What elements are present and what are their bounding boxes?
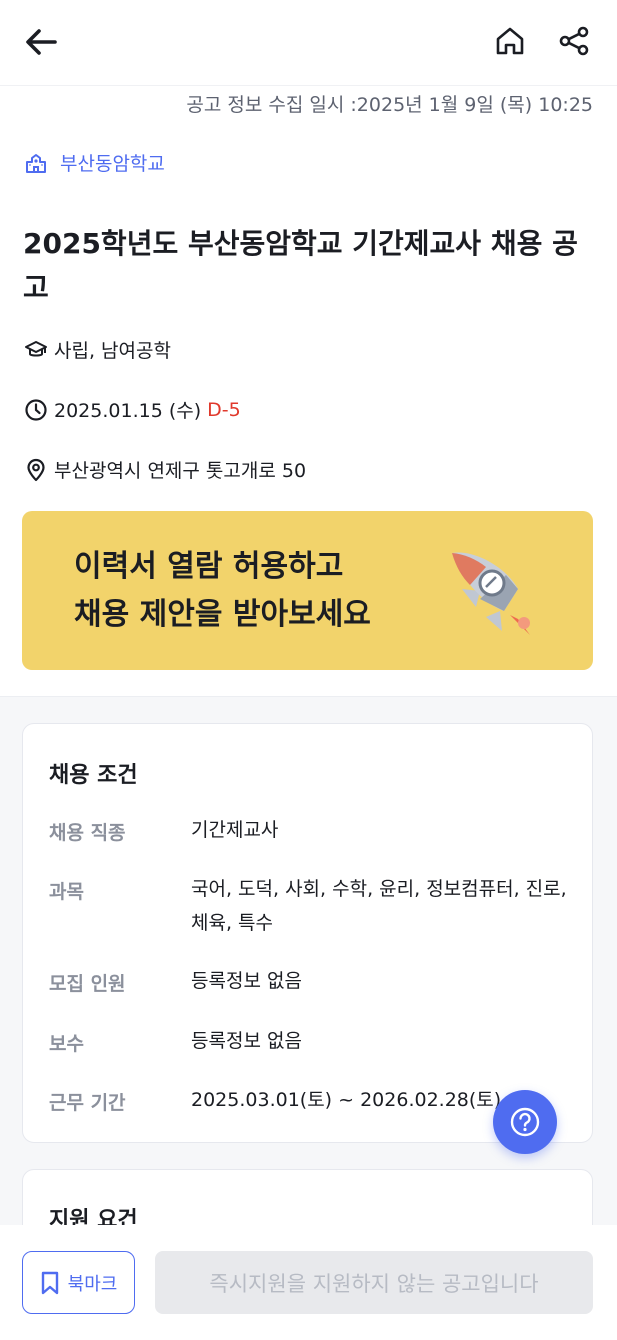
collected-timestamp: 공고 정보 수집 일시 :2025년 1월 9일 (목) 10:25 xyxy=(186,94,593,116)
address-row: 부산광역시 연제구 톳고개로 50 xyxy=(24,456,306,483)
condition-value: 등록정보 없음 xyxy=(191,970,302,992)
bookmark-label: 북마크 xyxy=(67,1273,118,1295)
condition-label: 모집 인원 xyxy=(49,973,126,995)
location-pin-icon xyxy=(27,458,45,481)
condition-value: 기간제교사 xyxy=(191,819,279,841)
rocket-icon xyxy=(452,552,530,635)
deadline-text: 2025.01.15 (수) xyxy=(54,400,202,422)
banner-text: 이력서 열람 허용하고 채용 제안을 받아보세요 xyxy=(74,543,371,639)
banner-line-2: 채용 제안을 받아보세요 xyxy=(74,597,371,632)
question-mark-icon xyxy=(510,1107,540,1137)
conditions-card: 채용 조건 채용 직종 기간제교사 과목 국어, 도덕, 사회, 수학, 윤리,… xyxy=(22,723,593,1143)
school-building-icon xyxy=(26,153,46,173)
share-icon xyxy=(559,26,589,56)
school-link[interactable]: 부산동암학교 xyxy=(24,149,165,176)
bottom-action-bar: 북마크 즉시지원을 지원하지 않는 공고입니다 xyxy=(0,1225,617,1340)
condition-label: 채용 직종 xyxy=(49,822,126,844)
address-text: 부산광역시 연제구 톳고개로 50 xyxy=(54,460,307,482)
help-button[interactable] xyxy=(493,1090,557,1154)
condition-label: 보수 xyxy=(49,1033,84,1055)
bookmark-button[interactable]: 북마크 xyxy=(22,1251,135,1314)
conditions-title: 채용 조건 xyxy=(49,763,138,788)
condition-value: 2025.03.01(토) ~ 2026.02.28(토) xyxy=(191,1089,502,1111)
back-button[interactable] xyxy=(18,22,64,62)
condition-label: 과목 xyxy=(49,881,84,903)
clock-icon xyxy=(25,398,47,421)
deadline-row: 2025.01.15 (수) D-5 xyxy=(24,396,241,423)
graduation-cap-icon xyxy=(25,340,47,356)
resume-promo-banner[interactable]: 이력서 열람 허용하고 채용 제안을 받아보세요 xyxy=(22,511,593,670)
home-button[interactable] xyxy=(488,20,532,62)
arrow-left-icon xyxy=(26,29,57,55)
share-button[interactable] xyxy=(552,20,596,62)
condition-value: 등록정보 없음 xyxy=(191,1030,302,1052)
bookmark-icon xyxy=(41,1271,58,1294)
school-type-row: 사립, 남여공학 xyxy=(24,336,171,363)
condition-value: 국어, 도덕, 사회, 수학, 윤리, 정보컴퓨터, 진로, 체육, 특수 xyxy=(191,878,567,934)
top-nav-bar xyxy=(0,0,617,86)
apply-button-disabled: 즉시지원을 지원하지 않는 공고입니다 xyxy=(155,1251,593,1314)
home-icon xyxy=(496,27,524,55)
banner-line-1: 이력서 열람 허용하고 xyxy=(74,549,344,584)
school-name: 부산동암학교 xyxy=(60,153,165,175)
dday-badge: D-5 xyxy=(207,398,241,421)
page-title: 2025학년도 부산동암학교 기간제교사 채용 공고 xyxy=(23,227,578,304)
condition-label: 근무 기간 xyxy=(49,1092,126,1114)
school-type-text: 사립, 남여공학 xyxy=(54,340,171,362)
